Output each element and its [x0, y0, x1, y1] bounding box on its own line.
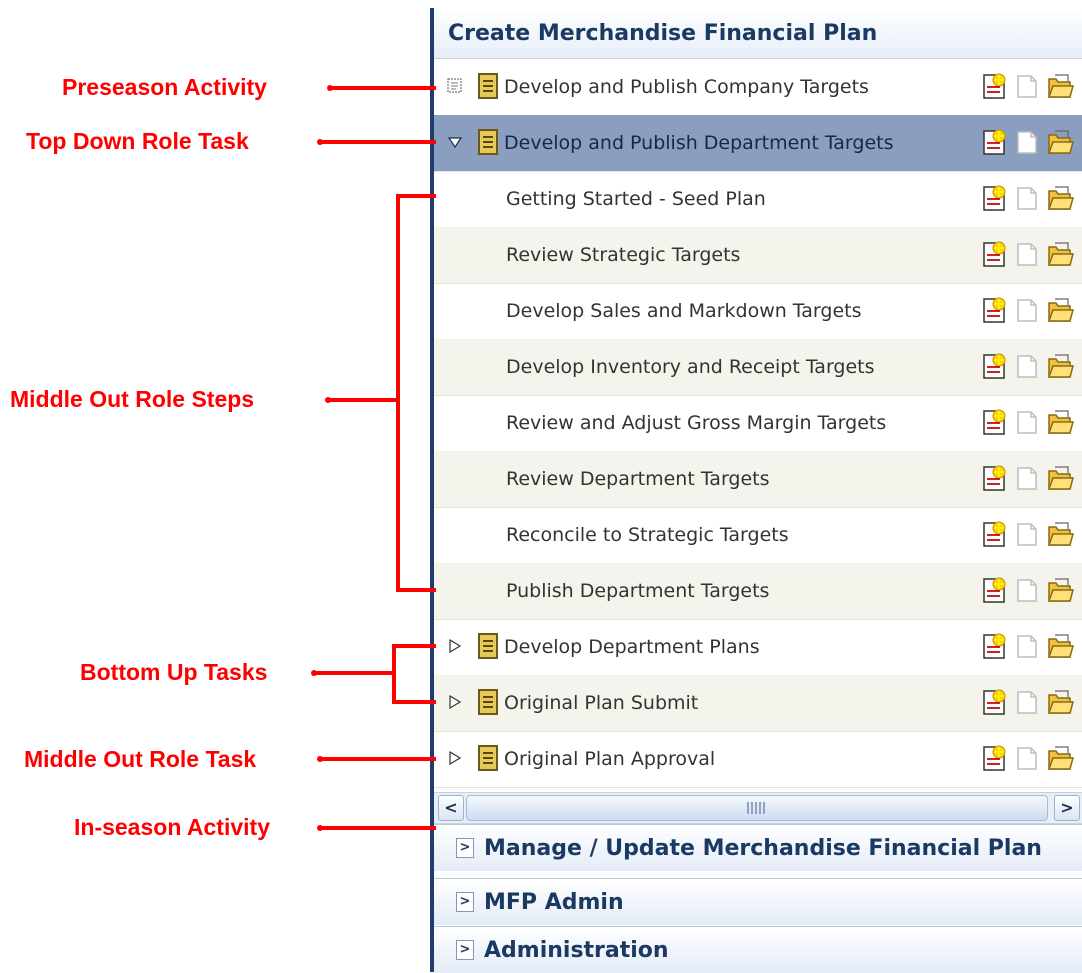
- bracket-middle-out-steps: [396, 194, 436, 592]
- pointer-dot: [317, 825, 323, 831]
- pointer-dot: [327, 85, 333, 91]
- annotation-pointers: [311, 85, 436, 831]
- pointer-dot: [311, 670, 317, 676]
- bracket-bottom-up: [392, 644, 436, 704]
- pointer-dot: [317, 139, 323, 145]
- pointer-dot: [325, 397, 331, 403]
- pointer-dot: [317, 756, 323, 762]
